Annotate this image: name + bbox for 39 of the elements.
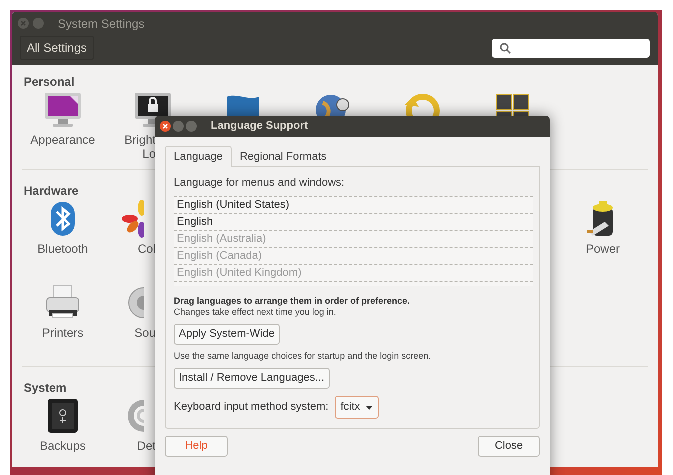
settings-item-label[interactable]: Power: [586, 242, 620, 256]
minimize-icon[interactable]: [33, 18, 44, 30]
settings-item-label[interactable]: Bright: [124, 133, 156, 147]
search-icon: [500, 42, 511, 54]
settings-item-label[interactable]: Printers: [42, 326, 84, 340]
caret-icon: [366, 406, 374, 410]
tab[interactable]: Language: [165, 146, 232, 167]
drag-hint: Drag languages to arrange them in order of preference.: [174, 296, 412, 306]
tab[interactable]: Regional Formats: [232, 148, 335, 167]
help-button[interactable]: Help: [165, 436, 228, 457]
input-method-label: Keyboard input method system:: [174, 400, 329, 416]
settings-item-label[interactable]: Det: [137, 439, 156, 453]
close-button[interactable]: Close: [478, 436, 540, 457]
search-field[interactable]: [492, 38, 650, 58]
language-row[interactable]: English: [174, 214, 533, 230]
close-icon[interactable]: [160, 121, 171, 132]
flower-icon: [122, 200, 144, 238]
apply-system-wide-button[interactable]: Apply System-Wide: [174, 324, 280, 344]
install-remove-languages-button[interactable]: Install / Remove Languages...: [174, 368, 330, 389]
section-heading: System: [23, 380, 67, 397]
settings-item-label[interactable]: Sou: [134, 326, 156, 340]
apply-note: Use the same language choices for startup and the login screen.: [174, 350, 432, 363]
monitor-lock-icon: [133, 91, 173, 129]
settings-item-label[interactable]: Backups: [40, 439, 86, 453]
input-method-dropdown[interactable]: fcitx: [334, 396, 380, 419]
language-row[interactable]: English (United States): [174, 196, 533, 214]
maximize-icon[interactable]: [186, 121, 197, 132]
list-label: Language for menus and windows:: [174, 176, 346, 191]
section-heading: Personal: [23, 74, 75, 91]
window-title: System Settings: [58, 16, 145, 33]
settings-item-label[interactable]: Appearance: [30, 133, 96, 147]
section-heading: Hardware: [23, 183, 79, 200]
changes-hint: Changes take effect next time you log in.: [174, 306, 338, 318]
settings-item-label[interactable]: Col: [138, 242, 156, 256]
monitor-icon: [43, 91, 83, 129]
settings-item-label[interactable]: Bluetooth: [38, 242, 88, 256]
all-settings-button[interactable]: All Settings: [20, 36, 94, 60]
dialog-title: Language Support: [211, 119, 308, 134]
gear-icon: [126, 400, 144, 432]
